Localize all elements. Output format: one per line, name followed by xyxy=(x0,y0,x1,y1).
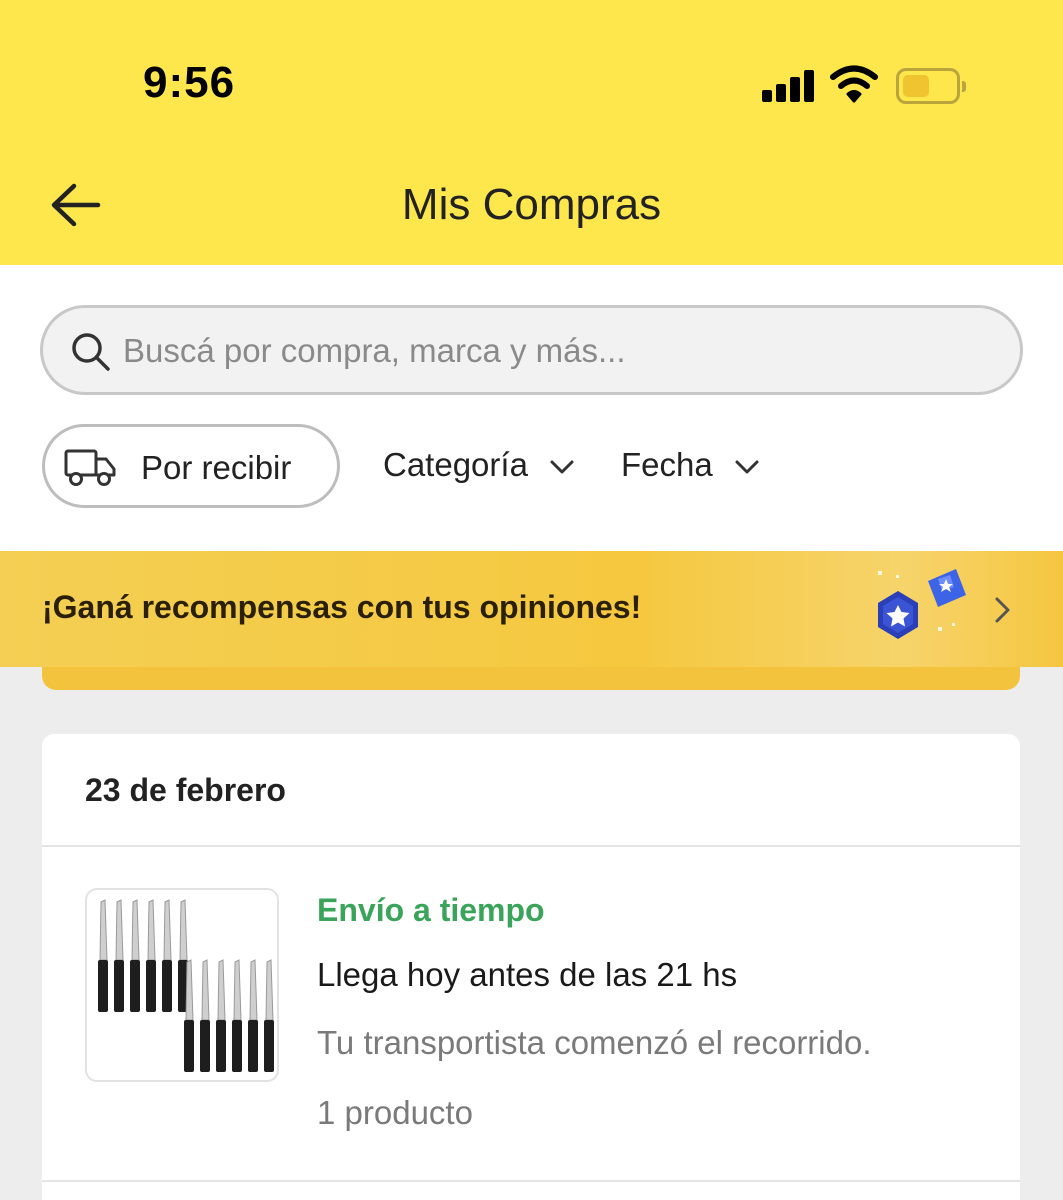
order-card[interactable]: 23 de febrero Envío a tiempo Llega hoy a… xyxy=(42,734,1020,1200)
shipping-status: Envío a tiempo xyxy=(317,892,545,928)
shipping-detail: Tu transportista comenzó el recorrido. xyxy=(317,1024,872,1061)
knife-set-illustration xyxy=(98,899,274,1072)
category-dropdown[interactable]: Categoría xyxy=(383,446,575,484)
reward-banner[interactable]: ¡Ganá recompensas con tus opiniones! xyxy=(0,551,1063,667)
divider xyxy=(42,845,1020,847)
battery-level xyxy=(903,75,929,97)
filters-area: Por recibir Categoría Fecha xyxy=(0,265,1063,551)
status-time: 9:56 xyxy=(143,58,236,107)
star-badges-icon xyxy=(878,569,966,639)
delivery-eta: Llega hoy antes de las 21 hs xyxy=(317,956,738,993)
search-icon xyxy=(72,333,110,371)
date-label: Fecha xyxy=(621,446,713,483)
reward-banner-text: ¡Ganá recompensas con tus opiniones! xyxy=(42,589,642,625)
truck-icon xyxy=(64,449,116,486)
search-box[interactable] xyxy=(40,305,1023,395)
chevron-down-icon xyxy=(550,460,574,474)
search-input[interactable] xyxy=(123,324,983,378)
product-count: 1 producto xyxy=(317,1094,473,1131)
battery-icon xyxy=(896,68,966,104)
page-title: Mis Compras xyxy=(401,180,662,229)
wifi-icon xyxy=(830,65,878,103)
divider xyxy=(42,1180,1020,1182)
chevron-right-icon xyxy=(995,597,1010,623)
app-header: 9:56 Mis Compras xyxy=(0,0,1063,265)
chevron-down-icon xyxy=(735,460,759,474)
date-dropdown[interactable]: Fecha xyxy=(621,446,760,484)
filter-chip-label: Por recibir xyxy=(141,449,292,486)
knife-set-image[interactable] xyxy=(85,888,279,1082)
category-label: Categoría xyxy=(383,446,528,483)
signal-icon xyxy=(762,70,816,102)
order-date: 23 de febrero xyxy=(85,772,286,808)
filter-chip-por-recibir[interactable]: Por recibir xyxy=(42,424,340,508)
